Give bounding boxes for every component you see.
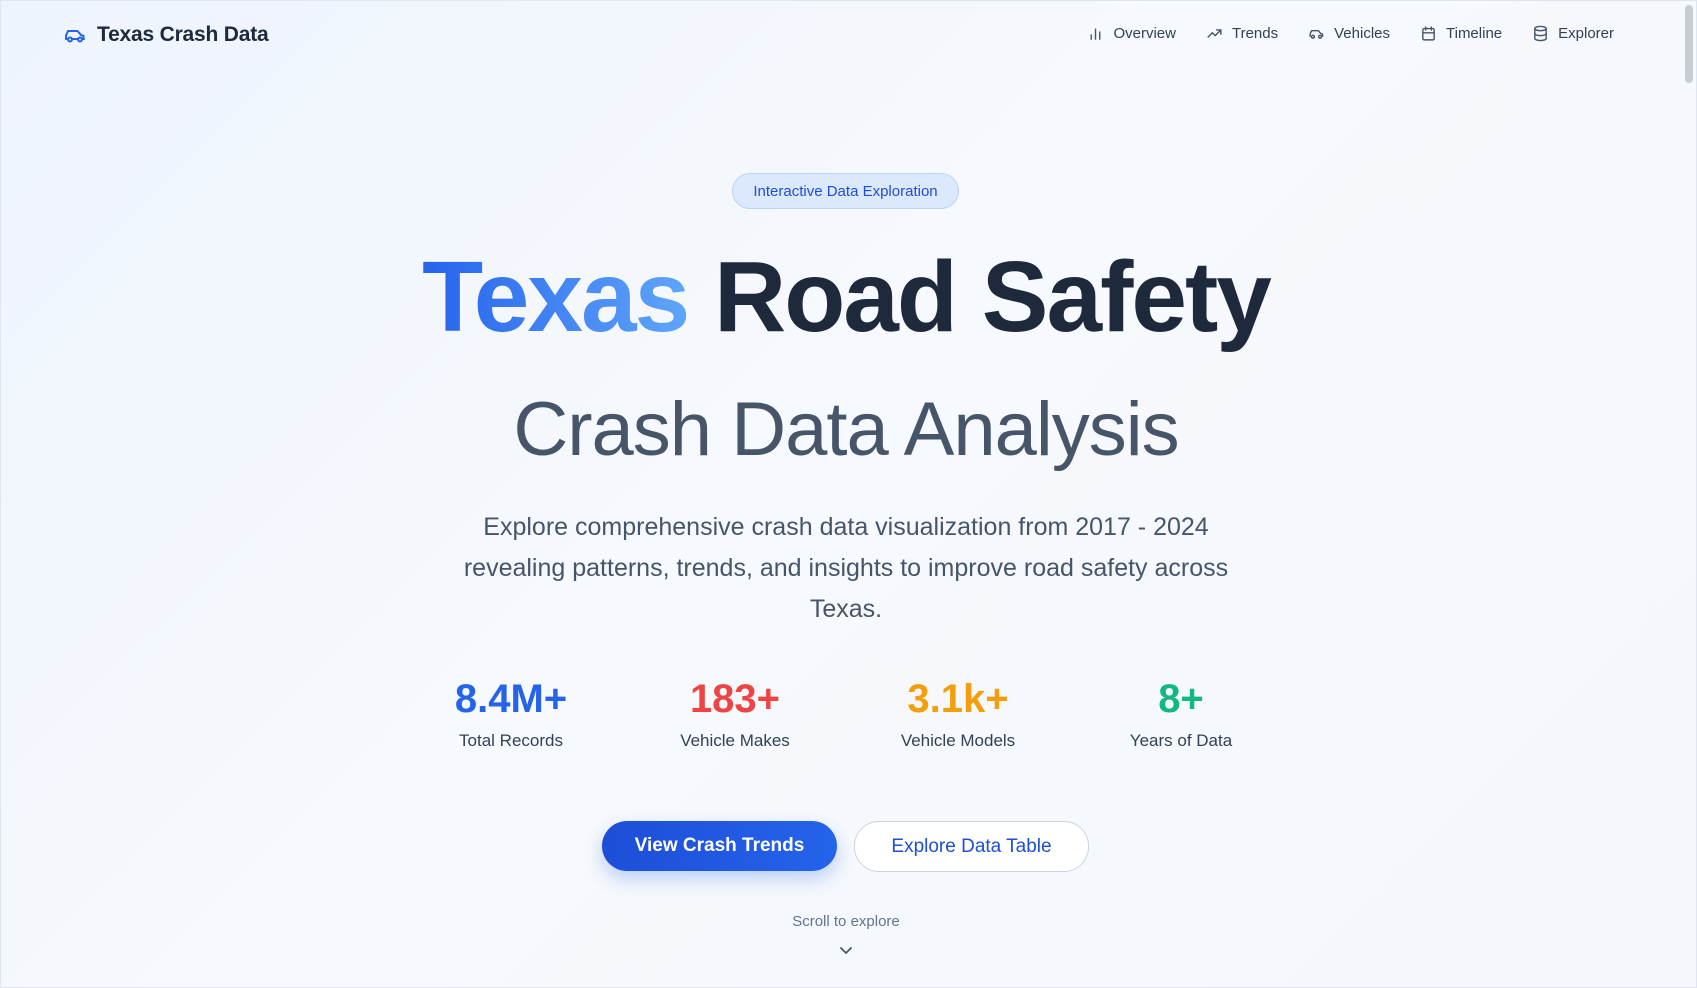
chevron-down-icon[interactable] <box>838 945 854 957</box>
page: Texas Crash Data Overview Trends Vehicle… <box>0 0 1697 988</box>
stat-label: Years of Data <box>1129 731 1233 750</box>
trending-up-icon <box>1207 29 1222 38</box>
brand-logo[interactable]: Texas Crash Data <box>63 23 269 47</box>
hero-title: Texas Road Safety <box>1 237 1691 357</box>
stat-vehicle-makes: 183+ Vehicle Makes <box>623 673 847 751</box>
nav-item-label: Overview <box>1113 25 1176 42</box>
nav-links: Overview Trends Vehicles Timeline Explor… <box>1057 25 1614 42</box>
scroll-hint: Scroll to explore <box>792 913 900 930</box>
stat-years-of-data: 8+ Years of Data <box>1069 673 1293 751</box>
hero-badge: Interactive Data Exploration <box>732 173 959 209</box>
car-icon <box>65 30 85 43</box>
nav-item-label: Vehicles <box>1334 25 1390 42</box>
explore-data-table-button[interactable]: Explore Data Table <box>854 821 1089 872</box>
nav-item-label: Timeline <box>1446 25 1503 42</box>
stats-row: 8.4M+ Total Records 183+ Vehicle Makes 3… <box>399 673 1299 757</box>
stat-label: Total Records <box>459 731 563 750</box>
hero-title-main: Road Safety <box>713 241 1272 353</box>
car-icon <box>1309 29 1324 39</box>
stat-value: 183+ <box>689 677 781 721</box>
bar-chart-icon <box>1091 28 1101 40</box>
view-crash-trends-button[interactable]: View Crash Trends <box>602 821 837 871</box>
scrollbar[interactable] <box>1682 1 1696 987</box>
nav-item-vehicles[interactable]: Vehicles <box>1308 25 1390 42</box>
stat-value: 3.1k+ <box>907 677 1009 721</box>
database-icon <box>1534 25 1548 42</box>
stat-label: Vehicle Makes <box>680 731 790 750</box>
nav-item-label: Explorer <box>1558 25 1614 42</box>
hero-subtitle: Crash Data Analysis <box>513 387 1179 472</box>
nav-item-explorer[interactable]: Explorer <box>1532 25 1614 42</box>
top-nav: Texas Crash Data Overview Trends Vehicle… <box>1 1 1696 73</box>
stat-value: 8.4M+ <box>454 677 568 721</box>
nav-item-timeline[interactable]: Timeline <box>1420 25 1502 42</box>
stat-total-records: 8.4M+ Total Records <box>399 673 623 751</box>
stat-value: 8+ <box>1158 677 1204 721</box>
brand-name: Texas Crash Data <box>97 23 269 46</box>
nav-item-label: Trends <box>1231 25 1279 42</box>
hero-description: Explore comprehensive crash data visuali… <box>463 513 1229 623</box>
stat-vehicle-models: 3.1k+ Vehicle Models <box>846 673 1070 751</box>
hero-title-highlight: Texas <box>422 241 690 353</box>
stat-label: Vehicle Models <box>900 731 1016 750</box>
nav-item-trends[interactable]: Trends <box>1206 25 1278 42</box>
scrollbar-thumb[interactable] <box>1685 5 1693 83</box>
nav-item-overview[interactable]: Overview <box>1087 25 1176 42</box>
calendar-icon <box>1422 26 1435 41</box>
